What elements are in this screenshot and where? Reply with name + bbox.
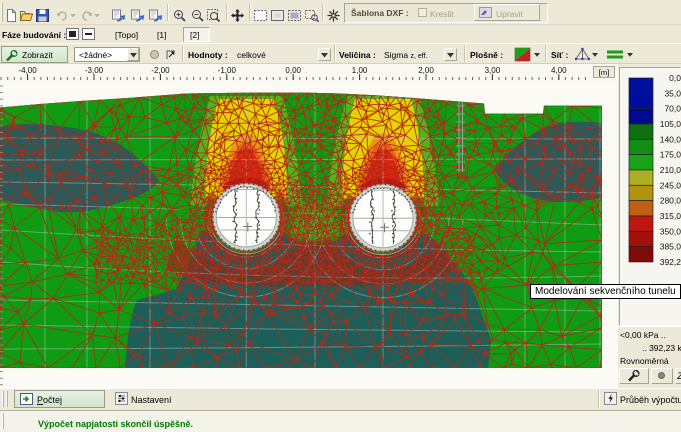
svg-text:245,0: 245,0 <box>660 180 681 190</box>
svg-text:1,00: 1,00 <box>352 66 368 75</box>
svg-text:140,0: 140,0 <box>660 134 681 144</box>
svg-text:0,0: 0,0 <box>669 73 681 83</box>
svg-text:105,0: 105,0 <box>660 119 681 129</box>
svg-text:2,00: 2,00 <box>418 66 434 75</box>
svg-text:280,0: 280,0 <box>660 196 681 206</box>
svg-text:392,2: 392,2 <box>660 257 681 267</box>
svg-text:175,0: 175,0 <box>660 150 681 160</box>
svg-text:35,0: 35,0 <box>664 88 681 98</box>
svg-text:4,00: 4,00 <box>551 66 567 75</box>
svg-text:-3,00: -3,00 <box>85 66 104 75</box>
svg-text:0,00: 0,00 <box>285 66 301 75</box>
svg-text:3,00: 3,00 <box>485 66 501 75</box>
svg-text:315,0: 315,0 <box>660 211 681 221</box>
svg-text:385,0: 385,0 <box>660 242 681 252</box>
svg-text:-2,00: -2,00 <box>151 66 170 75</box>
svg-text:210,0: 210,0 <box>660 165 681 175</box>
svg-text:-1,00: -1,00 <box>218 66 237 75</box>
svg-text:350,0: 350,0 <box>660 226 681 236</box>
svg-text:70,0: 70,0 <box>664 104 681 114</box>
svg-text:-4,00: -4,00 <box>18 66 37 75</box>
